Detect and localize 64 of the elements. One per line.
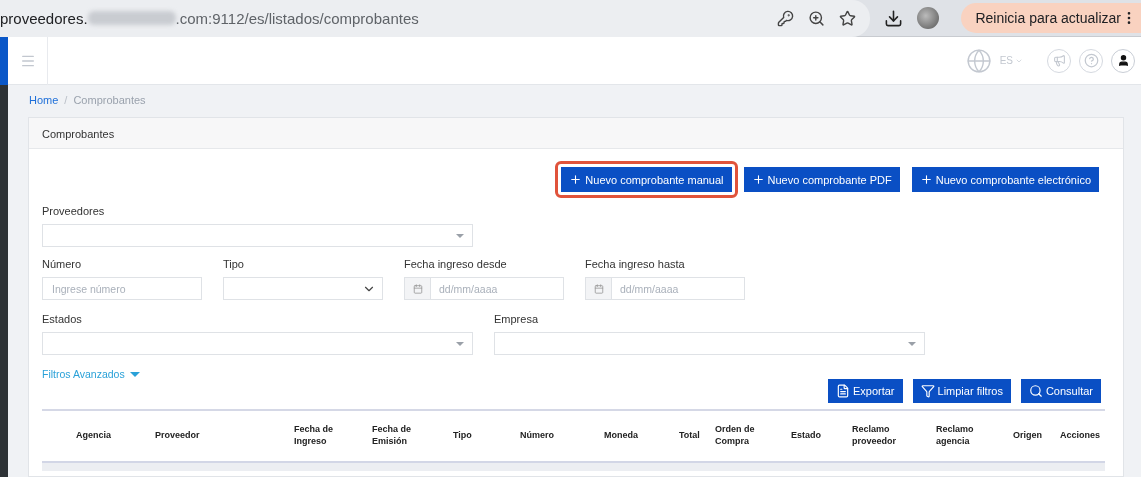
new-voucher-button[interactable]: Nuevo comprobante PDF: [743, 167, 900, 192]
column-header: Reclamo agencia: [936, 424, 975, 448]
caret-icon: [456, 233, 464, 238]
field-label: Fecha ingreso desde: [404, 258, 507, 270]
document-icon: [835, 384, 850, 398]
column-header: Origen: [1013, 430, 1042, 442]
column-header: Acciones: [1060, 430, 1101, 442]
column-header: Tipo: [453, 430, 472, 442]
funnel-icon: [920, 384, 935, 398]
calendar-icon: [412, 283, 423, 294]
dropdown-field[interactable]: [42, 224, 473, 247]
search-button[interactable]: Consultar: [1020, 379, 1101, 403]
help-button[interactable]: [1079, 48, 1103, 73]
calendar-icon: [593, 283, 604, 294]
column-header: Fecha de Emisión: [372, 424, 412, 448]
plus-icon: [569, 173, 583, 186]
profile-avatar[interactable]: [917, 7, 940, 29]
type-select[interactable]: [223, 277, 383, 300]
column-header: Orden de Compra: [715, 424, 756, 448]
field-label: Proveedores: [42, 205, 105, 217]
breadcrumb-current: Comprobantes: [73, 94, 146, 108]
field-label: Empresa: [494, 313, 539, 325]
plus-icon: [751, 173, 765, 186]
field-label: Tipo: [223, 258, 244, 270]
date-field[interactable]: dd/mm/aaaa: [585, 277, 745, 300]
column-header: Número: [520, 430, 554, 442]
filter-button[interactable]: Limpiar filtros: [912, 379, 1011, 403]
new-voucher-button[interactable]: Nuevo comprobante electrónico: [911, 167, 1099, 192]
search-icon: [1028, 384, 1043, 398]
dropdown-field[interactable]: [42, 332, 473, 355]
column-header: Estado: [791, 430, 821, 442]
zoom-icon[interactable]: [808, 9, 826, 27]
card-title: Comprobantes: [29, 118, 1123, 149]
plus-icon: [919, 173, 933, 186]
globe-icon[interactable]: [965, 47, 992, 74]
url-text: .com:9112/es/listados/comprobantes: [175, 9, 419, 27]
number-field[interactable]: Ingrese número: [42, 277, 202, 300]
update-button[interactable]: Reinicia para actualizar: [961, 3, 1141, 33]
download-icon[interactable]: [884, 8, 904, 28]
help-icon: [1083, 53, 1099, 68]
column-header: Total: [679, 430, 700, 442]
user-icon: [1116, 54, 1130, 67]
field-label: Estados: [42, 313, 82, 325]
user-button[interactable]: [1111, 48, 1135, 73]
breadcrumb-link[interactable]: Home: [29, 94, 59, 117]
megaphone-button[interactable]: [1047, 48, 1071, 73]
column-header: Reclamo proveedor: [852, 424, 897, 448]
dropdown-field[interactable]: [494, 332, 925, 355]
column-header: Proveedor: [155, 430, 200, 442]
new-voucher-button[interactable]: Nuevo comprobante manual: [561, 167, 732, 192]
column-header: Moneda: [604, 430, 638, 442]
column-header: Agencia: [76, 430, 111, 442]
caret-icon: [456, 341, 464, 346]
export-button[interactable]: Exportar: [827, 379, 903, 403]
caret-icon: [908, 341, 916, 346]
key-icon[interactable]: [777, 9, 795, 27]
breadcrumb-separator: /: [64, 94, 68, 108]
date-field[interactable]: dd/mm/aaaa: [404, 277, 564, 300]
field-label: Número: [42, 258, 82, 270]
star-icon[interactable]: [839, 9, 857, 27]
url-text: proveedores.: [0, 9, 88, 27]
field-label: Fecha ingreso hasta: [585, 258, 685, 270]
megaphone-icon: [1052, 54, 1066, 67]
column-header: Fecha de Ingreso: [294, 424, 334, 448]
